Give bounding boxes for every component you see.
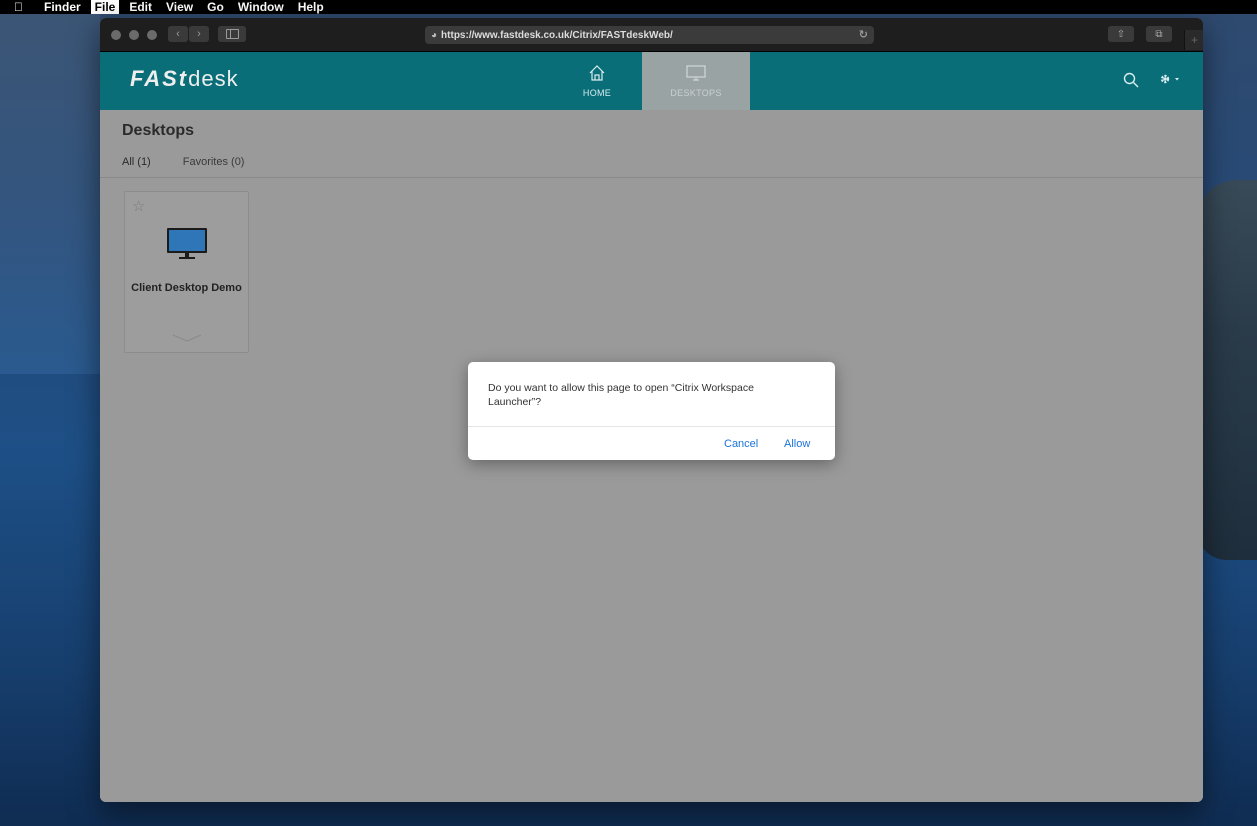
- close-window-button[interactable]: [111, 30, 121, 40]
- menu-file[interactable]: File: [90, 0, 120, 14]
- tab-home-label: HOME: [582, 88, 612, 98]
- monitor-icon: [642, 64, 750, 86]
- tabs-icon: ⧉: [1155, 28, 1163, 40]
- desktop-monitor-icon: [166, 227, 208, 266]
- menu-edit[interactable]: Edit: [129, 0, 152, 14]
- menu-view[interactable]: View: [166, 0, 193, 14]
- cancel-button[interactable]: Cancel: [724, 438, 758, 450]
- chevron-right-icon: ›: [197, 28, 201, 40]
- site-security-icon: ◕: [431, 29, 438, 41]
- desktop-tile-name: Client Desktop Demo: [131, 282, 242, 294]
- page-title: Desktops: [122, 122, 195, 139]
- tab-home[interactable]: HOME: [543, 52, 651, 110]
- zoom-window-button[interactable]: [147, 30, 157, 40]
- window-controls: [111, 30, 157, 40]
- chevron-down-icon[interactable]: [172, 330, 202, 348]
- forward-button[interactable]: ›: [189, 26, 209, 42]
- menu-window[interactable]: Window: [238, 0, 284, 14]
- sidebar-toggle-button[interactable]: [218, 26, 246, 42]
- new-tab-button[interactable]: +: [1184, 30, 1203, 50]
- tab-desktops[interactable]: DESKTOPS: [642, 52, 750, 110]
- dialog-divider: [468, 426, 835, 427]
- home-icon: [543, 64, 651, 86]
- allow-button[interactable]: Allow: [784, 438, 810, 450]
- address-bar[interactable]: ◕ https://www.fastdesk.co.uk/Citrix/FAST…: [425, 26, 874, 44]
- dialog-message: Do you want to allow this page to open “…: [488, 382, 754, 408]
- filter-divider: [100, 177, 1203, 178]
- desktop-background-left: [0, 14, 100, 374]
- minimize-window-button[interactable]: [129, 30, 139, 40]
- reload-icon[interactable]: ↻: [859, 28, 868, 41]
- menu-help[interactable]: Help: [298, 0, 324, 14]
- desktop-filters: All (1) Favorites (0): [122, 156, 276, 168]
- filter-all[interactable]: All (1): [122, 156, 151, 168]
- url-text: https://www.fastdesk.co.uk/Citrix/FASTde…: [441, 29, 673, 41]
- filter-favorites[interactable]: Favorites (0): [183, 156, 245, 168]
- fastdesk-logo[interactable]: FAStdesk: [130, 66, 239, 92]
- desktop-background-cliff: [1197, 180, 1257, 560]
- back-button[interactable]: ‹: [168, 26, 188, 42]
- logo-bold-text: FASt: [130, 66, 189, 91]
- plus-icon: +: [1190, 33, 1198, 47]
- history-nav: ‹ ›: [168, 26, 210, 42]
- share-button[interactable]: ⇧: [1108, 26, 1134, 42]
- chevron-left-icon: ‹: [176, 28, 180, 40]
- logo-light-text: desk: [188, 66, 239, 91]
- share-icon: ⇧: [1116, 28, 1126, 40]
- open-app-permission-dialog: Do you want to allow this page to open “…: [468, 362, 835, 460]
- app-header: FAStdesk HOME DESKTOPS: [100, 52, 1203, 110]
- browser-toolbar: ‹ › ◕ https://www.fastdesk.co.uk/Citrix/…: [100, 18, 1203, 52]
- menu-bar:  Finder File Edit View Go Window Help: [0, 0, 1257, 14]
- apple-icon[interactable]: : [14, 1, 28, 13]
- settings-gear-icon[interactable]: [1158, 72, 1182, 89]
- desktop-tile[interactable]: ☆ Client Desktop Demo: [124, 191, 249, 353]
- tab-desktops-label: DESKTOPS: [670, 88, 722, 98]
- menu-app-finder[interactable]: Finder: [44, 0, 81, 14]
- favorite-star-icon[interactable]: ☆: [132, 197, 145, 215]
- sidebar-icon: [225, 29, 239, 39]
- search-icon[interactable]: [1123, 72, 1139, 93]
- tabs-overview-button[interactable]: ⧉: [1146, 26, 1172, 42]
- menu-go[interactable]: Go: [207, 0, 224, 14]
